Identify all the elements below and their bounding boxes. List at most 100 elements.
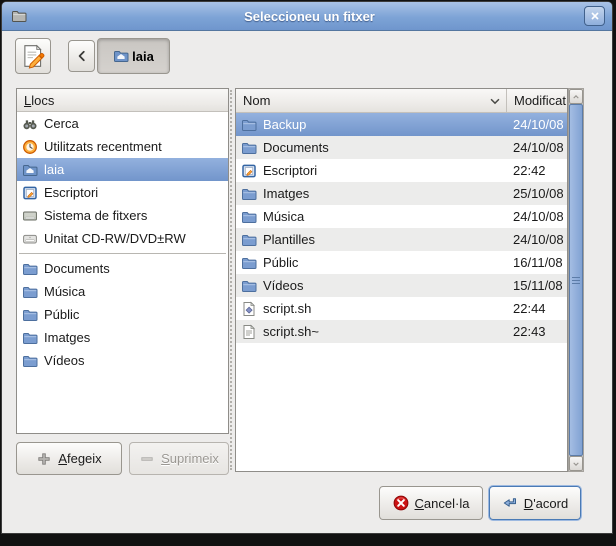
pane-divider[interactable] [230, 90, 232, 470]
file-row-documents[interactable]: Documents24/10/08 [236, 136, 567, 159]
text-file-icon [241, 324, 257, 340]
file-name: script.sh~ [263, 324, 506, 339]
file-name: Documents [263, 140, 506, 155]
recent-icon [22, 139, 38, 155]
file-name: Backup [263, 117, 506, 132]
sidebar-item-label: Sistema de fitxers [44, 208, 147, 223]
file-modified: 24/10/08 [506, 232, 567, 247]
window-title: Seleccioneu un fitxer [27, 9, 592, 24]
minus-icon [139, 451, 155, 467]
file-row-backup[interactable]: Backup24/10/08 [236, 113, 567, 136]
script-icon [241, 301, 257, 317]
sidebar-item-sistema-de-fitxers[interactable]: Sistema de fitxers [17, 204, 228, 227]
path-back-button[interactable] [68, 40, 95, 72]
ok-button[interactable]: D'acord [489, 486, 581, 520]
file-row-m-sica[interactable]: Música24/10/08 [236, 205, 567, 228]
sidebar-item-utilitzats-recentment[interactable]: Utilitzats recentment [17, 135, 228, 158]
sidebar-item-imatges[interactable]: Imatges [17, 326, 228, 349]
sidebar-item-label: Documents [44, 261, 110, 276]
sidebar-item-v-deos[interactable]: Vídeos [17, 349, 228, 372]
file-name: Música [263, 209, 506, 224]
binoculars-icon [22, 116, 38, 132]
cancel-button[interactable]: Cancel·la [379, 486, 483, 520]
sidebar-item-unitat-cd-rw-dvd-rw[interactable]: Unitat CD-RW/DVD±RW [17, 227, 228, 250]
sidebar-item-cerca[interactable]: Cerca [17, 112, 228, 135]
folder-icon [241, 117, 257, 133]
file-chooser-dialog: Seleccioneu un fitxer laia Llocs Cerca Ut… [2, 2, 612, 533]
home-folder-icon [22, 162, 38, 178]
cancel-label: Cancel·la [415, 496, 470, 511]
sidebar-separator [19, 253, 226, 254]
desktop-icon [22, 185, 38, 201]
sidebar-item-documents[interactable]: Documents [17, 257, 228, 280]
file-modified: 24/10/08 [506, 117, 567, 132]
file-row-p-blic[interactable]: Públic16/11/08 [236, 251, 567, 274]
scroll-down-button[interactable] [569, 456, 583, 471]
file-row-v-deos[interactable]: Vídeos15/11/08 [236, 274, 567, 297]
ok-label: D'acord [524, 496, 568, 511]
scroll-up-button[interactable] [569, 89, 583, 104]
file-list-panel: Nom Modificat Backup24/10/08Documents24/… [235, 88, 568, 472]
file-modified: 24/10/08 [506, 209, 567, 224]
edit-location-icon [20, 43, 46, 69]
file-modified: 22:42 [506, 163, 567, 178]
file-name: Escriptori [263, 163, 506, 178]
file-row-script-sh[interactable]: script.sh22:44 [236, 297, 567, 320]
sidebar-item-label: Vídeos [44, 353, 84, 368]
file-list-header: Nom Modificat [236, 89, 567, 113]
plus-icon [36, 451, 52, 467]
sidebar-item-label: Imatges [44, 330, 90, 345]
file-row-plantilles[interactable]: Plantilles24/10/08 [236, 228, 567, 251]
sidebar-item-laia[interactable]: laia [17, 158, 228, 181]
file-modified: 22:44 [506, 301, 567, 316]
sidebar-item-label: laia [44, 162, 64, 177]
add-place-button[interactable]: Afegeix [16, 442, 122, 475]
column-nom-label: Nom [243, 93, 270, 108]
screen: Seleccioneu un fitxer laia Llocs Cerca Ut… [0, 0, 616, 546]
home-folder-icon [113, 48, 129, 64]
folder-icon [241, 255, 257, 271]
places-header-label: Llocs [24, 93, 54, 108]
titlebar[interactable]: Seleccioneu un fitxer [2, 2, 612, 31]
sidebar-item-escriptori[interactable]: Escriptori [17, 181, 228, 204]
folder-icon [241, 209, 257, 225]
sidebar-item-label: Utilitzats recentment [44, 139, 162, 154]
cancel-icon [393, 495, 409, 511]
file-name: Plantilles [263, 232, 506, 247]
close-button[interactable] [584, 6, 605, 26]
places-header[interactable]: Llocs [17, 89, 228, 112]
file-row-imatges[interactable]: Imatges25/10/08 [236, 182, 567, 205]
sidebar-item-label: Públic [44, 307, 79, 322]
sidebar-item-label: Unitat CD-RW/DVD±RW [44, 231, 186, 246]
scrollbar-grip [572, 277, 580, 284]
path-home-button[interactable]: laia [97, 38, 170, 74]
vertical-scrollbar[interactable] [568, 88, 584, 472]
file-row-script-sh[interactable]: script.sh~22:43 [236, 320, 567, 343]
sidebar-item-m-sica[interactable]: Música [17, 280, 228, 303]
file-modified: 22:43 [506, 324, 567, 339]
scrollbar-thumb[interactable] [569, 104, 583, 456]
desktop-icon [241, 163, 257, 179]
file-name: Imatges [263, 186, 506, 201]
folder-icon [241, 186, 257, 202]
chevron-left-icon [74, 48, 90, 64]
file-rows: Backup24/10/08Documents24/10/08Escriptor… [236, 113, 567, 343]
sidebar-list: Cerca Utilitzats recentment laia Escriptori… [17, 112, 228, 433]
file-name: script.sh [263, 301, 506, 316]
file-modified: 15/11/08 [506, 278, 567, 293]
folder-icon [22, 261, 38, 277]
sidebar-item-p-blic[interactable]: Públic [17, 303, 228, 326]
path-home-label: laia [132, 49, 154, 64]
folder-icon [241, 278, 257, 294]
type-location-button[interactable] [15, 38, 51, 74]
places-panel: Llocs Cerca Utilitzats recentment laia Escr… [16, 88, 229, 434]
folder-icon [22, 307, 38, 323]
folder-icon [22, 284, 38, 300]
file-modified: 16/11/08 [506, 255, 567, 270]
column-header-nom[interactable]: Nom [236, 89, 507, 112]
remove-place-button[interactable]: Suprimeix [129, 442, 229, 475]
sort-indicator-icon [488, 94, 502, 108]
file-row-escriptori[interactable]: Escriptori22:42 [236, 159, 567, 182]
drive-icon [22, 208, 38, 224]
column-header-modificat[interactable]: Modificat [507, 89, 567, 112]
